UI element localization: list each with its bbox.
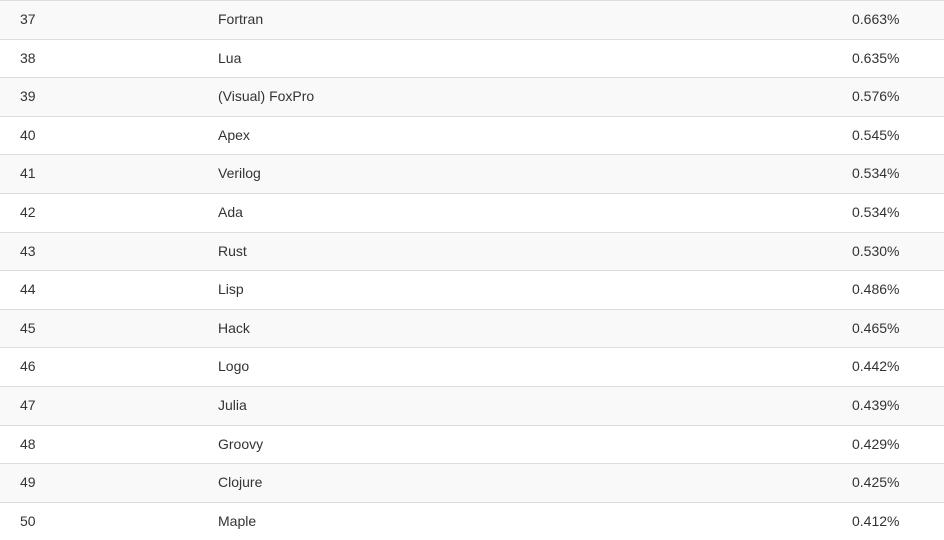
name-cell: Lua (210, 39, 844, 78)
rank-cell: 38 (0, 39, 210, 78)
pct-cell: 0.635% (844, 39, 944, 78)
name-cell: (Visual) FoxPro (210, 78, 844, 117)
rank-cell: 40 (0, 116, 210, 155)
pct-cell: 0.429% (844, 425, 944, 464)
name-cell: Maple (210, 502, 844, 540)
rank-cell: 49 (0, 464, 210, 503)
pct-cell: 0.663% (844, 1, 944, 40)
table-row: 38 Lua 0.635% (0, 39, 944, 78)
table-row: 45 Hack 0.465% (0, 309, 944, 348)
pct-cell: 0.412% (844, 502, 944, 540)
table-row: 43 Rust 0.530% (0, 232, 944, 271)
rank-cell: 48 (0, 425, 210, 464)
name-cell: Verilog (210, 155, 844, 194)
table-row: 50 Maple 0.412% (0, 502, 944, 540)
rank-cell: 44 (0, 271, 210, 310)
rank-cell: 47 (0, 386, 210, 425)
table-row: 37 Fortran 0.663% (0, 1, 944, 40)
table-row: 44 Lisp 0.486% (0, 271, 944, 310)
name-cell: Logo (210, 348, 844, 387)
pct-cell: 0.534% (844, 193, 944, 232)
name-cell: Clojure (210, 464, 844, 503)
pct-cell: 0.486% (844, 271, 944, 310)
table-row: 46 Logo 0.442% (0, 348, 944, 387)
pct-cell: 0.545% (844, 116, 944, 155)
rank-cell: 41 (0, 155, 210, 194)
name-cell: Hack (210, 309, 844, 348)
rank-cell: 50 (0, 502, 210, 540)
pct-cell: 0.439% (844, 386, 944, 425)
ranking-table-body: 37 Fortran 0.663% 38 Lua 0.635% 39 (Visu… (0, 1, 944, 540)
table-row: 41 Verilog 0.534% (0, 155, 944, 194)
rank-cell: 37 (0, 1, 210, 40)
name-cell: Lisp (210, 271, 844, 310)
table-row: 39 (Visual) FoxPro 0.576% (0, 78, 944, 117)
name-cell: Rust (210, 232, 844, 271)
rank-cell: 42 (0, 193, 210, 232)
table-row: 49 Clojure 0.425% (0, 464, 944, 503)
pct-cell: 0.442% (844, 348, 944, 387)
ranking-table: 37 Fortran 0.663% 38 Lua 0.635% 39 (Visu… (0, 0, 944, 540)
rank-cell: 45 (0, 309, 210, 348)
table-row: 48 Groovy 0.429% (0, 425, 944, 464)
pct-cell: 0.534% (844, 155, 944, 194)
pct-cell: 0.576% (844, 78, 944, 117)
table-row: 47 Julia 0.439% (0, 386, 944, 425)
name-cell: Fortran (210, 1, 844, 40)
name-cell: Ada (210, 193, 844, 232)
rank-cell: 46 (0, 348, 210, 387)
table-row: 40 Apex 0.545% (0, 116, 944, 155)
pct-cell: 0.465% (844, 309, 944, 348)
rank-cell: 43 (0, 232, 210, 271)
pct-cell: 0.530% (844, 232, 944, 271)
table-row: 42 Ada 0.534% (0, 193, 944, 232)
name-cell: Julia (210, 386, 844, 425)
rank-cell: 39 (0, 78, 210, 117)
pct-cell: 0.425% (844, 464, 944, 503)
name-cell: Groovy (210, 425, 844, 464)
name-cell: Apex (210, 116, 844, 155)
